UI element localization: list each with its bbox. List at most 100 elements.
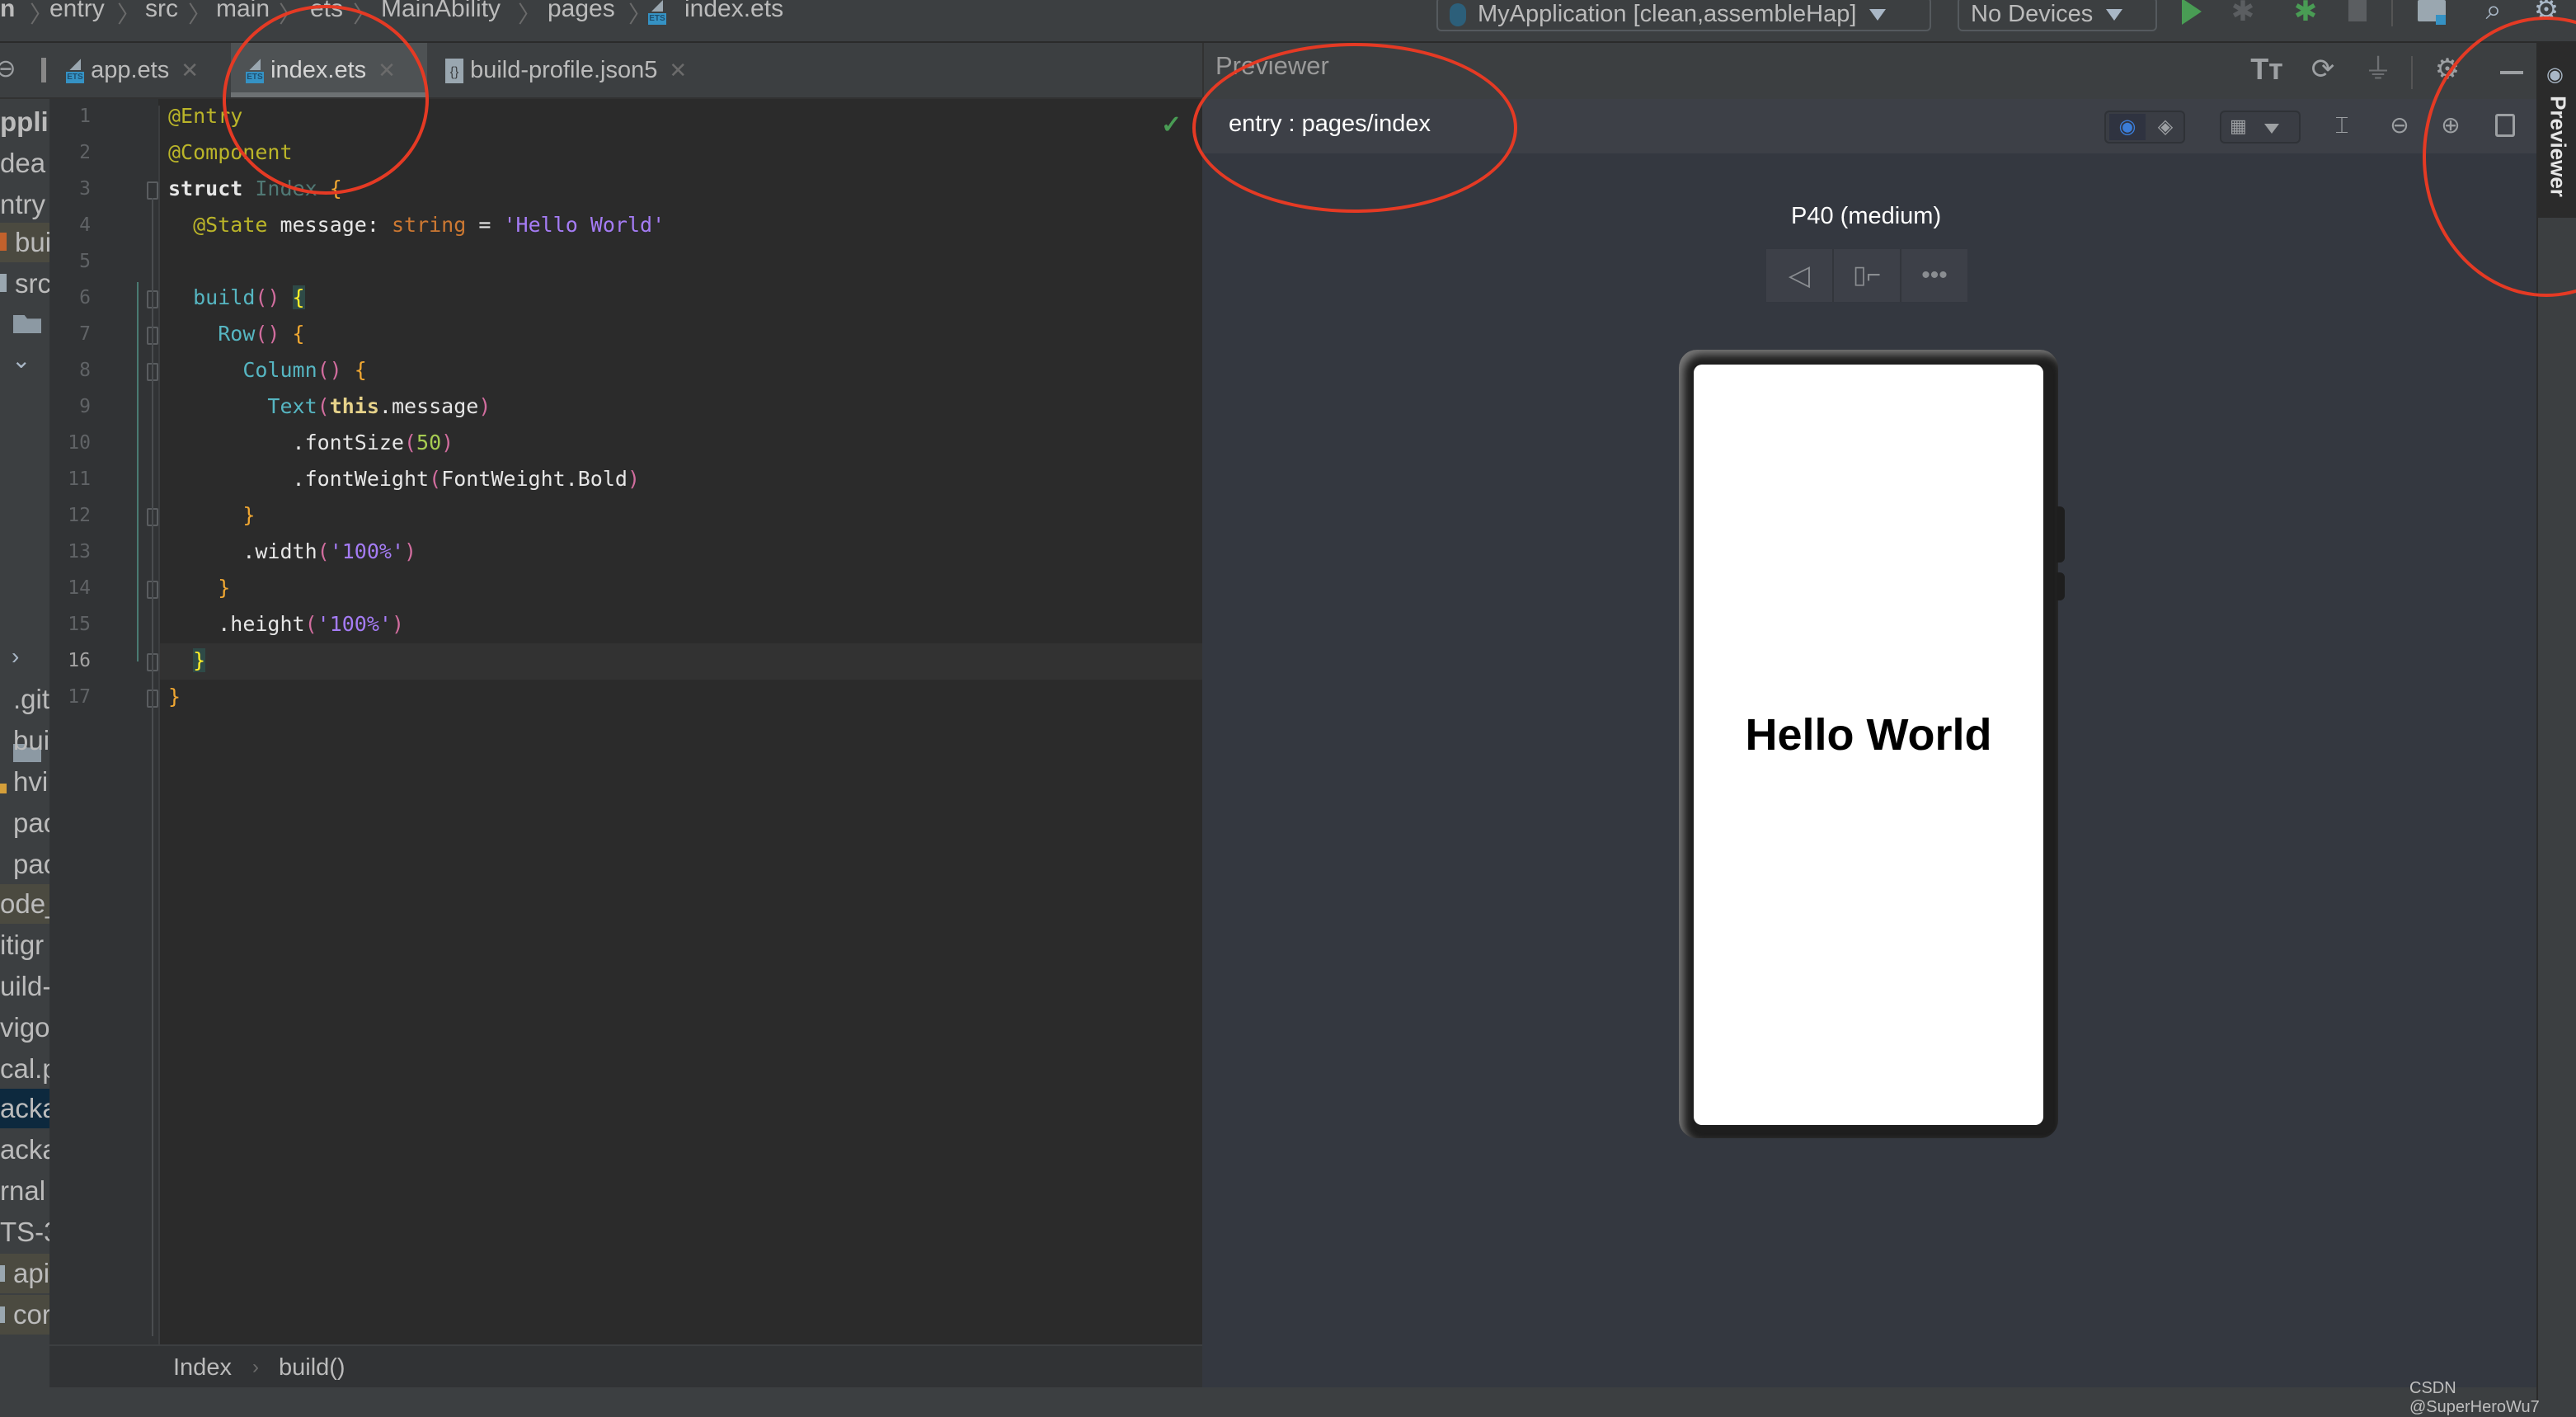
close-tab-icon[interactable]: ✕ — [181, 58, 199, 82]
folder-icon — [0, 274, 7, 292]
tree-item[interactable]: itigr — [0, 925, 49, 965]
tab-label: app.ets — [91, 57, 170, 83]
close-tab-icon[interactable]: ✕ — [669, 58, 687, 82]
search-icon[interactable]: ⌕ — [2477, 0, 2510, 26]
vcs-change-marker — [137, 282, 139, 661]
code-line-4: @State message: string = 'Hello World' — [193, 213, 665, 237]
line-number: 4 — [79, 214, 91, 236]
tree-item-build[interactable]: bui — [0, 223, 49, 262]
watermark: CSDN @SuperHeroWu7 — [2409, 1379, 2540, 1416]
chevron-right-icon[interactable]: › — [12, 643, 19, 670]
breadcrumb-entry[interactable]: entry — [49, 0, 105, 23]
power-button — [2057, 572, 2065, 600]
chevron-down-icon — [1869, 9, 1887, 21]
line-number-current: 16 — [68, 650, 91, 671]
chevron-down-icon — [2264, 124, 2279, 134]
code-breadcrumb-struct[interactable]: Index — [173, 1354, 232, 1382]
no-problems-check-icon[interactable]: ✓ — [1161, 111, 1182, 139]
code-line-15: .height('100%') — [218, 612, 405, 636]
code-breadcrumb-bar: Index › build() — [49, 1344, 1202, 1389]
tree-item[interactable]: acka — [0, 1130, 49, 1170]
tree-item[interactable]: ode_ — [0, 884, 49, 924]
line-number: 12 — [68, 505, 91, 526]
device-dropdown[interactable]: No Devices — [1958, 0, 2157, 31]
run-icon[interactable] — [2182, 0, 2202, 25]
code-breadcrumb-method[interactable]: build() — [279, 1354, 346, 1382]
layout-dropdown[interactable]: ▦ — [2220, 111, 2301, 144]
grid-icon: ▦ — [2230, 115, 2247, 136]
tree-item[interactable]: api — [0, 1254, 49, 1293]
tree-item[interactable]: pac — [0, 803, 49, 843]
run-configuration-dropdown[interactable]: MyApplication [clean,assembleHap] — [1436, 0, 1931, 31]
tree-item[interactable]: pac — [0, 845, 49, 884]
code-line-6: build() { — [193, 285, 305, 309]
json-file-icon: {} — [445, 59, 463, 84]
tree-item[interactable]: .git — [0, 680, 49, 719]
tree-item[interactable]: dea — [0, 144, 49, 183]
more-icon[interactable]: ••• — [1901, 249, 1967, 302]
chevron-down-icon[interactable]: ⌄ — [12, 346, 31, 374]
tree-item[interactable]: bui — [0, 721, 49, 760]
toolbar-divider — [2411, 56, 2413, 89]
code-line-9: Text(this.message) — [267, 394, 491, 418]
fold-icon[interactable] — [147, 181, 158, 200]
stop-icon[interactable] — [2348, 0, 2367, 21]
plug-icon[interactable]: ⏚ — [2362, 53, 2395, 86]
tab-app-ets[interactable]: ETS app.ets ✕ — [51, 43, 226, 97]
code-line-8: Column() { — [242, 358, 367, 382]
run-config-label: MyApplication [clean,assembleHap] — [1478, 1, 1857, 27]
tree-item[interactable]: cal.p — [0, 1049, 49, 1089]
refresh-icon[interactable]: ⟳ — [2304, 53, 2342, 86]
folder-icon — [0, 1306, 5, 1323]
tree-item[interactable]: ppli — [0, 102, 49, 142]
line-number: 6 — [79, 287, 91, 308]
status-bar — [0, 1387, 2576, 1404]
ets-file-icon: ETS — [66, 59, 84, 84]
rotate-icon[interactable]: ▯⌐ — [1834, 249, 1900, 302]
breadcrumb-pages[interactable]: pages — [548, 0, 615, 23]
fold-guide — [152, 198, 153, 1336]
tree-item[interactable]: vigor — [0, 1008, 49, 1047]
debug-icon[interactable]: ✱ — [2226, 0, 2259, 28]
tree-item[interactable]: cor — [0, 1295, 49, 1335]
tree-item[interactable]: TS-3 — [0, 1212, 49, 1252]
back-icon[interactable]: ◁ — [1766, 249, 1832, 302]
pane-divider — [41, 58, 46, 82]
breadcrumb-mainability[interactable]: MainAbility — [381, 0, 501, 23]
code-editor[interactable] — [158, 99, 1202, 1344]
code-line-14: } — [218, 576, 231, 600]
breadcrumb-project[interactable]: n — [0, 0, 15, 23]
tree-item[interactable]: uild- — [0, 967, 49, 1006]
chevron-down-icon — [2106, 9, 2123, 21]
layers-icon[interactable]: ◈ — [2149, 114, 2182, 140]
fit-size-icon[interactable]: ⌶ — [2325, 109, 2358, 142]
zoom-out-icon[interactable]: ⊖ — [2383, 109, 2416, 142]
folder-icon — [13, 315, 41, 333]
line-number: 17 — [68, 686, 91, 708]
breadcrumb-main[interactable]: main — [216, 0, 270, 23]
app-icon — [1450, 3, 1466, 27]
code-line-17: } — [168, 685, 181, 708]
code-line-13: .width('100%') — [242, 539, 417, 563]
tree-item[interactable]: hvi — [0, 762, 49, 802]
device-label: No Devices — [1971, 1, 2094, 27]
line-number: 5 — [79, 251, 91, 272]
editor-tab-bar: ⊖ ETS app.ets ✕ ETS index.ets ✕ {} build-p… — [0, 43, 1202, 99]
project-structure-icon[interactable] — [2418, 0, 2446, 25]
tree-item[interactable]: ches — [0, 1336, 49, 1344]
font-size-icon[interactable]: Tт — [2248, 53, 2286, 86]
line-number: 14 — [68, 577, 91, 599]
view-mode-group: ◉ ◈ — [2104, 111, 2185, 144]
inspector-icon[interactable]: ◉ — [2109, 114, 2146, 140]
device-screen[interactable]: Hello World — [1694, 365, 2043, 1125]
breadcrumb-separator: 〉 — [518, 2, 542, 27]
attach-debugger-icon[interactable]: ✱ — [2289, 0, 2322, 28]
breadcrumb-file[interactable]: index.ets — [684, 0, 783, 23]
collapse-icon[interactable]: ⊖ — [0, 53, 18, 86]
breadcrumb-src[interactable]: src — [145, 0, 178, 23]
tree-item-selected[interactable]: acka — [0, 1089, 49, 1128]
tree-item[interactable]: rnal — [0, 1171, 49, 1211]
tree-item[interactable]: ntry — [0, 185, 49, 224]
tab-build-profile[interactable]: {} build-profile.json5 ✕ — [430, 43, 744, 97]
tree-item-src[interactable]: src — [0, 264, 49, 304]
